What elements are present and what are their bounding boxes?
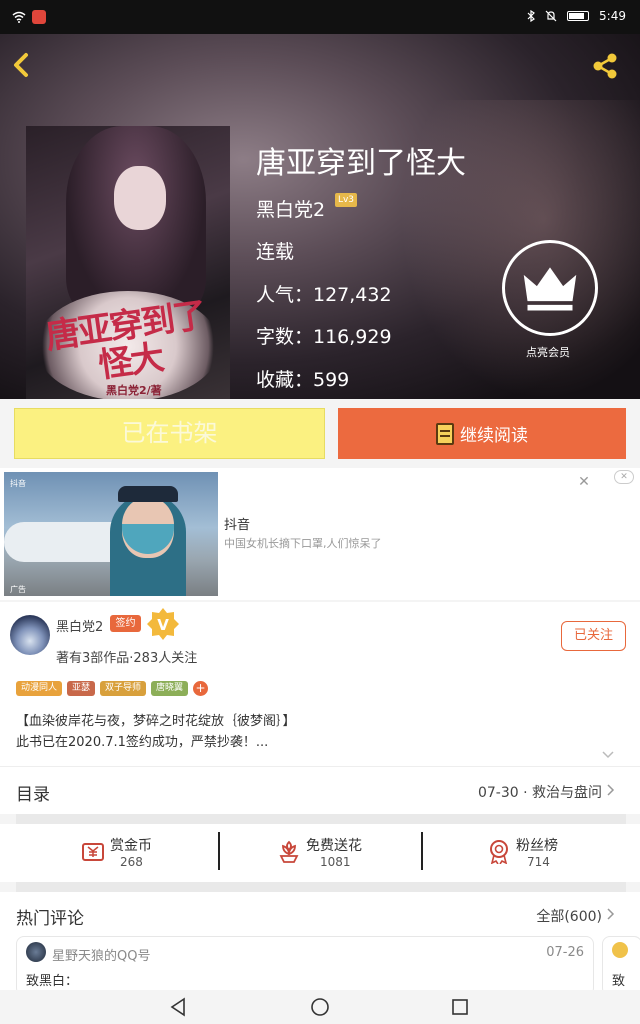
comment-text: 致 [612,974,626,989]
chevron-right-icon [607,784,615,796]
stat-label: 免费送花 [306,838,362,854]
svg-text:V: V [157,616,169,634]
book-detail-page: 5:49 唐亚穿到了怪大 黑白党2/著 唐亚穿到了怪大 黑白党2 Lv3 连载 … [0,0,640,1024]
avatar[interactable] [10,615,50,655]
book-popularity: 人气：127,432 [256,284,392,306]
reward-coins-button[interactable]: 赏金币 268 [80,830,200,878]
book-description[interactable]: 【血染彼岸花与夜，梦碎之时花绽放｛彼梦阁｝】 此书已在2020.7.1签约成功，… [16,711,616,753]
continue-reading-label: 继续阅读 [460,426,528,446]
ad-tag-label: 广告 [10,585,26,594]
signed-badge: 签约 [110,615,141,632]
free-flowers-button[interactable]: 免费送花 1081 [276,830,396,878]
coin-icon [82,843,104,861]
add-tag-button[interactable]: + [193,681,209,696]
vip-crown-button[interactable] [502,240,598,336]
stat-value: 1081 [320,855,351,869]
following-button[interactable]: 已关注 [561,621,626,651]
book-author[interactable]: 黑白党2 [256,195,325,222]
bluetooth-icon [527,10,535,22]
nav-home-icon[interactable] [309,996,331,1018]
ad-dismiss-icon[interactable]: ✕ [614,470,634,484]
stat-divider [421,832,423,870]
battery-icon [567,11,590,21]
comment-username[interactable]: 星野天狼的QQ号 [52,945,150,964]
back-arrow-icon[interactable] [10,50,34,80]
author-name[interactable]: 黑白党2 [56,616,103,635]
tag-item[interactable]: 亚瑟 [67,681,96,696]
author-stats: 著有3部作品·283人关注 [56,651,198,666]
ad-description[interactable]: 中国女机长摘下口罩,人们惊呆了 [224,535,382,551]
stat-value: 268 [120,855,143,869]
book-favorites: 收藏：599 [256,369,350,391]
tag-item[interactable]: 唐晓翼 [151,681,189,696]
avatar[interactable] [26,942,46,962]
expand-chevron-icon[interactable] [602,751,614,759]
book-title: 唐亚穿到了怪大 [256,146,466,181]
stat-label: 赏金币 [110,838,152,854]
app-notification-icon [32,10,46,24]
avatar[interactable] [612,942,628,958]
comment-text: 致黑白： [26,974,79,989]
status-time: 5:49 [599,9,626,23]
all-comments-link[interactable]: 全部(600) [536,906,602,926]
medal-icon [490,840,508,864]
cover-author-text: 黑白党2/著 [106,384,162,397]
hot-comments-label: 热门评论 [16,909,84,929]
book-word-count: 字数：116,929 [256,326,392,348]
vip-label: 点亮会员 [526,346,570,359]
description-line: 【血染彼岸花与夜，梦碎之时花绽放｛彼梦阁｝】 [16,714,296,729]
share-icon[interactable] [590,52,620,80]
mute-icon [545,10,557,22]
wifi-icon [12,11,26,23]
book-cover[interactable]: 唐亚穿到了怪大 黑白党2/著 [26,126,230,399]
stat-value: 714 [527,855,550,869]
tag-item[interactable]: 动漫同人 [16,681,63,696]
in-bookshelf-button[interactable]: 已在书架 [14,408,325,459]
toc-latest-chapter[interactable]: 07-30 · 救治与盘问 [478,782,602,802]
section-divider [16,814,626,824]
fan-ranking-button[interactable]: 粉丝榜 714 [486,830,606,878]
flower-icon [279,840,299,863]
book-icon [436,422,454,445]
section-divider [16,882,626,892]
verified-v-icon: V [147,608,179,640]
ad-close-icon[interactable]: ✕ [576,474,592,490]
author-level-badge: Lv3 [335,193,357,207]
comment-date: 07-26 [546,945,584,960]
nav-recents-icon[interactable] [449,996,471,1018]
nav-back-icon[interactable] [168,996,190,1018]
tag-item[interactable]: 双子导师 [100,681,147,696]
stat-label: 粉丝榜 [516,838,558,854]
ad-image[interactable]: 抖音 广告 [4,472,218,596]
toc-label: 目录 [16,785,50,805]
book-status: 连载 [256,241,295,263]
status-bar: 5:49 [0,0,640,34]
ad-banner[interactable]: 抖音 广告 [0,468,640,600]
chevron-right-icon [607,908,615,920]
stat-divider [218,832,220,870]
ad-title[interactable]: 抖音 [224,514,250,533]
tag-list: 动漫同人 亚瑟 双子导师 唐晓翼 + [16,681,209,696]
description-line: 此书已在2020.7.1签约成功，严禁抄袭！... [16,735,269,750]
ad-brand-label: 抖音 [10,479,26,488]
continue-reading-button[interactable]: 继续阅读 [338,408,626,459]
crown-icon [523,267,577,302]
